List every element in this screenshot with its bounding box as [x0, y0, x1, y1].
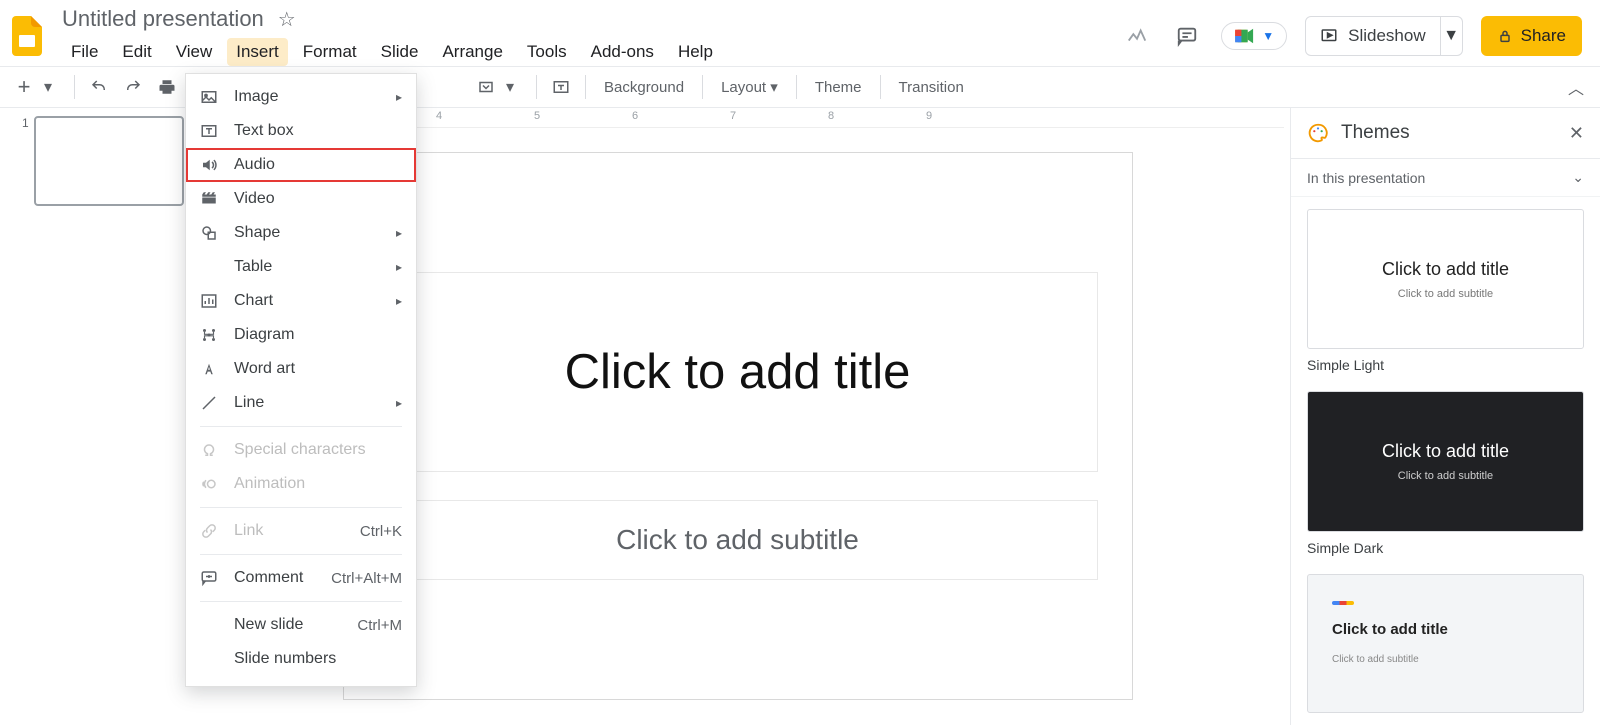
app-header: Untitled presentation ☆ FileEditViewInse… — [0, 0, 1600, 66]
doc-title[interactable]: Untitled presentation — [62, 6, 264, 32]
insert-line[interactable]: Line▸ — [186, 386, 416, 420]
motion-icon — [200, 475, 220, 493]
insert-image[interactable]: Image▸ — [186, 80, 416, 114]
theme-name-label: Simple Dark — [1307, 540, 1584, 556]
insert-slide-numbers[interactable]: Slide numbers — [186, 642, 416, 676]
insert-shape[interactable]: Shape▸ — [186, 216, 416, 250]
insert-animation: Animation — [186, 467, 416, 501]
layout-button[interactable]: Layout ▾ — [713, 78, 786, 96]
insert-menu-dropdown: Image▸Text boxAudioVideoShape▸Table▸Char… — [185, 73, 417, 687]
slideshow-button[interactable]: Slideshow — [1305, 16, 1441, 56]
wordart-icon — [200, 360, 220, 378]
omega-icon — [200, 441, 220, 459]
title-placeholder[interactable]: Click to add title — [378, 272, 1098, 472]
insert-diagram[interactable]: Diagram — [186, 318, 416, 352]
collapse-toolbar-button[interactable]: ︿ — [1562, 75, 1590, 99]
share-button[interactable]: Share — [1481, 16, 1582, 56]
menu-tools[interactable]: Tools — [518, 38, 576, 66]
insert-chart[interactable]: Chart▸ — [186, 284, 416, 318]
undo-button[interactable] — [85, 73, 113, 101]
insert-word-art[interactable]: Word art — [186, 352, 416, 386]
comment-icon — [200, 569, 220, 587]
menu-edit[interactable]: Edit — [113, 38, 160, 66]
insert-new-slide[interactable]: New slideCtrl+M — [186, 608, 416, 642]
slide-canvas[interactable]: Click to add title Click to add subtitle — [343, 152, 1133, 700]
shape-icon — [200, 224, 220, 242]
new-slide-dropdown[interactable]: ▾ — [44, 77, 54, 97]
theme-card-streamline[interactable]: Click to add titleClick to add subtitle — [1307, 574, 1584, 713]
meet-button[interactable]: ▼ — [1221, 22, 1287, 50]
share-label: Share — [1521, 26, 1566, 46]
subtitle-placeholder[interactable]: Click to add subtitle — [378, 500, 1098, 580]
insert-textbox-button[interactable] — [547, 73, 575, 101]
line-icon — [200, 394, 220, 412]
insert-video[interactable]: Video — [186, 182, 416, 216]
menu-file[interactable]: File — [62, 38, 107, 66]
chart-icon — [200, 292, 220, 310]
insert-table[interactable]: Table▸ — [186, 250, 416, 284]
theme-card-simple-light[interactable]: Click to add titleClick to add subtitle — [1307, 209, 1584, 349]
menu-format[interactable]: Format — [294, 38, 366, 66]
palette-icon — [1307, 122, 1329, 144]
themes-section-header[interactable]: In this presentation ⌄ — [1291, 159, 1600, 197]
new-slide-button[interactable]: + — [10, 73, 38, 101]
menu-insert[interactable]: Insert — [227, 38, 288, 66]
redo-button[interactable] — [119, 73, 147, 101]
video-icon — [200, 190, 220, 208]
chevron-down-icon: ⌄ — [1572, 169, 1584, 186]
insert-audio[interactable]: Audio — [186, 148, 416, 182]
submenu-arrow-icon: ▸ — [396, 396, 402, 410]
insert-text-box[interactable]: Text box — [186, 114, 416, 148]
theme-card-simple-dark[interactable]: Click to add titleClick to add subtitle — [1307, 391, 1584, 531]
zoom-fit-button[interactable] — [472, 73, 500, 101]
comments-icon[interactable] — [1171, 20, 1203, 52]
themes-title: Themes — [1341, 122, 1410, 144]
submenu-arrow-icon: ▸ — [396, 226, 402, 240]
slides-logo[interactable] — [8, 11, 46, 61]
menu-slide[interactable]: Slide — [372, 38, 428, 66]
submenu-arrow-icon: ▸ — [396, 260, 402, 274]
textbox-icon — [200, 122, 220, 140]
star-icon[interactable]: ☆ — [278, 7, 296, 32]
menu-view[interactable]: View — [167, 38, 222, 66]
audio-icon — [200, 156, 220, 174]
close-themes-button[interactable]: ✕ — [1569, 123, 1584, 144]
slideshow-dropdown[interactable]: ▼ — [1441, 16, 1463, 56]
slide-number-label: 1 — [22, 116, 29, 130]
insert-special-characters: Special characters — [186, 433, 416, 467]
submenu-arrow-icon: ▸ — [396, 294, 402, 308]
slideshow-label: Slideshow — [1348, 26, 1426, 46]
link-icon — [200, 522, 220, 540]
diagram-icon — [200, 326, 220, 344]
theme-button[interactable]: Theme — [807, 79, 870, 96]
print-button[interactable] — [153, 73, 181, 101]
theme-name-label: Simple Light — [1307, 357, 1584, 373]
filmstrip: 1 — [0, 108, 185, 725]
transition-button[interactable]: Transition — [891, 79, 972, 96]
activity-icon[interactable] — [1121, 20, 1153, 52]
insert-link: LinkCtrl+K — [186, 514, 416, 548]
menu-help[interactable]: Help — [669, 38, 722, 66]
submenu-arrow-icon: ▸ — [396, 90, 402, 104]
slide-thumbnail-1[interactable] — [34, 116, 184, 206]
image-icon — [200, 88, 220, 106]
menu-add-ons[interactable]: Add-ons — [582, 38, 663, 66]
menu-arrange[interactable]: Arrange — [433, 38, 511, 66]
themes-panel: Themes ✕ In this presentation ⌄ Click to… — [1290, 108, 1600, 725]
insert-comment[interactable]: CommentCtrl+Alt+M — [186, 561, 416, 595]
menubar: FileEditViewInsertFormatSlideArrangeTool… — [62, 32, 1121, 66]
zoom-dropdown[interactable]: ▾ — [506, 77, 516, 97]
background-button[interactable]: Background — [596, 79, 692, 96]
